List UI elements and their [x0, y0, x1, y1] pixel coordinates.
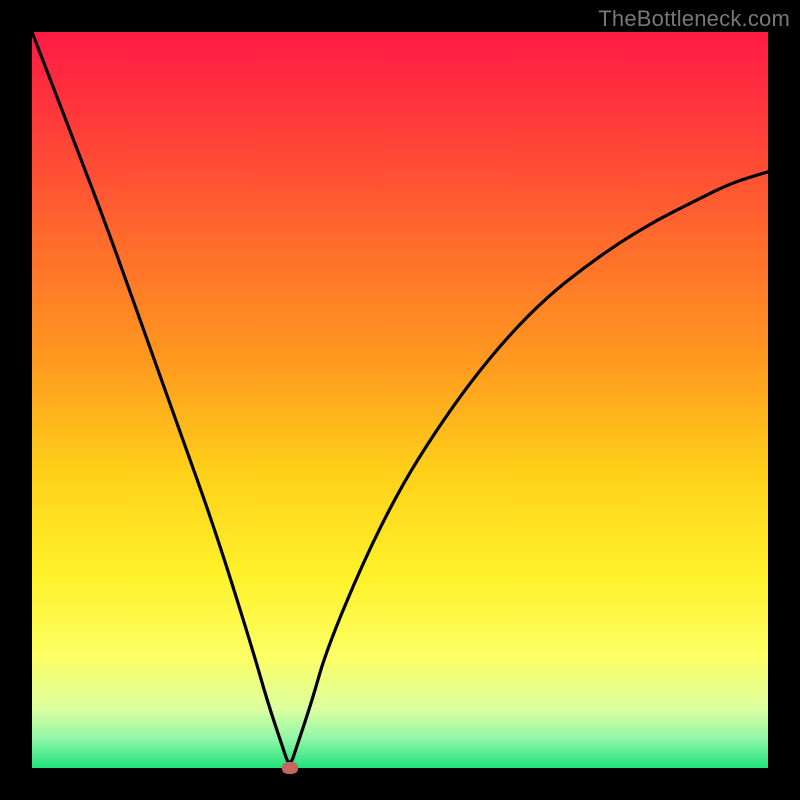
plot-area [32, 32, 768, 768]
minimum-marker [282, 762, 298, 774]
plot-svg [32, 32, 768, 768]
chart-stage: TheBottleneck.com [0, 0, 800, 800]
bottleneck-curve-path [32, 32, 768, 762]
watermark-text: TheBottleneck.com [598, 6, 790, 32]
